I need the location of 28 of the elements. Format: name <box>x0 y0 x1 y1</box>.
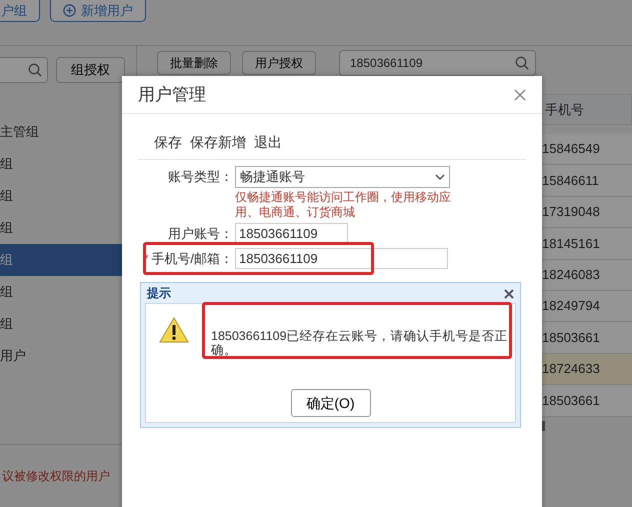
group-auth-button[interactable]: 组授权 <box>56 57 125 83</box>
field-label: 用户账号： <box>167 225 234 243</box>
toolbar-button[interactable]: 保存新增 <box>190 132 246 153</box>
search-icon <box>515 56 529 70</box>
toolbar-button[interactable]: 批量删除 <box>157 51 231 75</box>
toolbar-button[interactable]: 保存 <box>154 132 182 153</box>
input-field[interactable]: 18503661109 <box>235 248 448 269</box>
dialog-title: 用户管理 <box>138 84 206 106</box>
search-field[interactable] <box>0 57 48 83</box>
hint-text: 仅畅捷通账号能访问工作圈，使用移动应用、电商通、订货商城 <box>235 190 452 220</box>
alert-title: 提示 <box>147 285 171 302</box>
input-field[interactable]: 18503661109 <box>235 223 348 244</box>
chevron-down-icon <box>435 174 445 180</box>
select-field[interactable]: 畅捷通账号 <box>235 166 450 188</box>
field-label: 账号类型： <box>167 168 234 186</box>
note-text: 议被修改权限的用户 <box>2 468 111 485</box>
toolbar-button[interactable]: 退出 <box>254 132 282 153</box>
warning-icon <box>159 317 189 343</box>
group-button[interactable]: 户组 <box>0 0 40 22</box>
plus-circle-icon <box>63 4 76 17</box>
ok-button[interactable]: 确定(O) <box>290 389 370 417</box>
search-icon <box>28 63 42 77</box>
toolbar-button[interactable]: 用户授权 <box>242 51 316 75</box>
close-icon <box>514 89 526 102</box>
search-field[interactable]: 18503661109 <box>339 50 536 76</box>
add-user-button[interactable]: 新增用户 <box>50 0 146 22</box>
close-icon <box>504 289 514 300</box>
alert-message: 18503661109已经存在云账号，请确认手机号是否正确。 <box>211 329 509 357</box>
